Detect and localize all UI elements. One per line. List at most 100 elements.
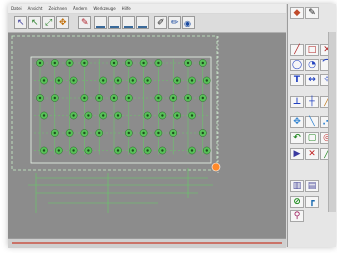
pad-hole [112, 96, 116, 100]
menu-item-edit[interactable]: Ändern [73, 6, 87, 11]
scale-icon: ⤢ [45, 18, 53, 28]
eye-tool-button[interactable]: ◉ [182, 16, 195, 29]
distribute-button[interactable] [136, 16, 149, 29]
distribute-icon [138, 19, 147, 28]
dimension-tool-button[interactable]: ↔ [305, 74, 319, 86]
pipe-icon: ┏ [309, 197, 315, 207]
text-icon: T [293, 75, 301, 85]
cross-tool-button[interactable]: ▢ [305, 132, 319, 144]
delete-tool-button[interactable]: ✕ [305, 148, 319, 160]
layers-icon: ▥ [292, 181, 302, 191]
pad-hole [116, 114, 120, 117]
layer-tool-button[interactable]: ◆ [290, 7, 304, 19]
pad-hole [72, 149, 75, 152]
menu-item-draw[interactable]: Zeichnen [48, 6, 67, 11]
eye-icon: ◉ [184, 19, 191, 28]
pad-hole [146, 149, 149, 152]
line-tool-button[interactable]: ╱ [290, 44, 304, 56]
pad-hole [53, 131, 56, 135]
pad-hole [172, 96, 175, 100]
menu-item-tools[interactable]: Werkzeuge [93, 6, 115, 11]
pen-tool-button[interactable]: ✎ [78, 16, 91, 29]
pad-hole [53, 96, 56, 100]
align-right-button[interactable] [122, 16, 135, 29]
align-left-button[interactable] [94, 16, 107, 29]
circle-icon: ◯ [291, 60, 303, 70]
pad-hole [201, 131, 204, 135]
pencil-tool-button[interactable]: ✎ [305, 7, 319, 19]
layer-merge-button[interactable]: ▤ [305, 180, 319, 192]
mirror-tool-button[interactable]: ↶ [290, 132, 304, 144]
drawing-canvas[interactable] [8, 33, 286, 238]
pad-hole [83, 131, 86, 135]
move-tool-button[interactable]: ↖ [28, 16, 41, 29]
pad-hole [142, 131, 145, 135]
brush-tool-button[interactable]: ✐ [154, 16, 167, 29]
pad-hole [146, 79, 149, 82]
split-tool-button[interactable]: ✥ [290, 116, 304, 128]
trim-icon: ┼ [309, 97, 315, 107]
pad-hole [57, 79, 60, 82]
pad-hole [83, 61, 86, 65]
delete-icon: ✕ [308, 149, 316, 159]
trim-tool-button[interactable]: ┼ [305, 96, 319, 108]
pcb-layout [11, 35, 221, 213]
brush-icon: ✐ [157, 18, 165, 28]
menu-bar: Datei Ansicht Zeichnen Ändern Werkzeuge … [8, 4, 286, 13]
fill-tool-button[interactable]: ▶ [290, 148, 304, 160]
split-icon: ✥ [293, 117, 301, 127]
pad-hole [131, 149, 134, 152]
pad-hole [201, 96, 204, 100]
pad-hole [112, 61, 116, 65]
palette-scrollbar[interactable] [328, 32, 336, 212]
pad-hole [127, 131, 130, 135]
rectangle-tool-button[interactable]: □ [305, 44, 319, 56]
select-arrow-button[interactable]: ↖ [14, 16, 27, 29]
align-center-button[interactable] [108, 16, 121, 29]
layer-icon: ◆ [293, 8, 301, 18]
copy-tool-button[interactable]: ╲ [305, 116, 319, 128]
pad-hole [131, 79, 134, 82]
pad-hole [205, 149, 208, 152]
pad-hole [72, 114, 75, 117]
scale-tool-button[interactable]: ⤢ [42, 16, 55, 29]
pad-hole [83, 96, 86, 100]
align-left-icon [96, 19, 105, 28]
text-tool-button[interactable]: T [290, 74, 304, 86]
pad-hole [53, 61, 56, 65]
snap-icon: ⊘ [293, 197, 301, 207]
cross-icon: ▢ [307, 133, 317, 143]
layers-merge-icon: ▤ [307, 181, 317, 191]
pen-icon: ✎ [81, 18, 89, 28]
snap-tool-button[interactable]: ⊘ [290, 196, 304, 208]
align-center-icon [110, 19, 119, 28]
pad-hole [72, 79, 75, 82]
layer-settings-button[interactable]: ▥ [290, 180, 304, 192]
pad-hole [116, 79, 120, 82]
pad-hole [157, 131, 160, 135]
pad-hole [98, 131, 101, 135]
origin-marker[interactable] [211, 162, 221, 172]
move-icon: ⊥ [292, 97, 302, 107]
arc-tool-button[interactable]: ◔ [305, 59, 319, 71]
rotate-icon: ✥ [59, 18, 67, 28]
copy-icon: ╲ [309, 117, 315, 127]
pencil-icon: ✎ [308, 8, 316, 18]
menu-item-view[interactable]: Ansicht [28, 6, 43, 11]
rotate-tool-button[interactable]: ✥ [56, 16, 69, 29]
menu-item-help[interactable]: Hilfe [122, 6, 131, 11]
pencil-tool-button[interactable]: ✏ [168, 16, 181, 29]
pad-hole [102, 79, 105, 82]
zoom-tool-button[interactable]: ⚲ [290, 210, 304, 222]
component-group [36, 59, 211, 155]
tool-palette: ◆ ✎ ╱ □ ✕ ◯ ◔ ⌒ T ↔ ✧ ⊥ ┼ ╱ ✥ ╲ ⋰ ↶ ▢ ◎ … [287, 4, 336, 247]
menu-item-file[interactable]: Datei [11, 6, 22, 11]
pad-hole [157, 61, 160, 65]
pad-hole [146, 114, 149, 117]
cad-window: Datei Ansicht Zeichnen Ändern Werkzeuge … [8, 4, 336, 248]
circle-tool-button[interactable]: ◯ [290, 59, 304, 71]
move-tool-button[interactable]: ⊥ [290, 96, 304, 108]
mirror-icon: ↶ [293, 133, 301, 143]
pad-hole [38, 61, 42, 65]
pipe-tool-button[interactable]: ┏ [305, 196, 319, 208]
